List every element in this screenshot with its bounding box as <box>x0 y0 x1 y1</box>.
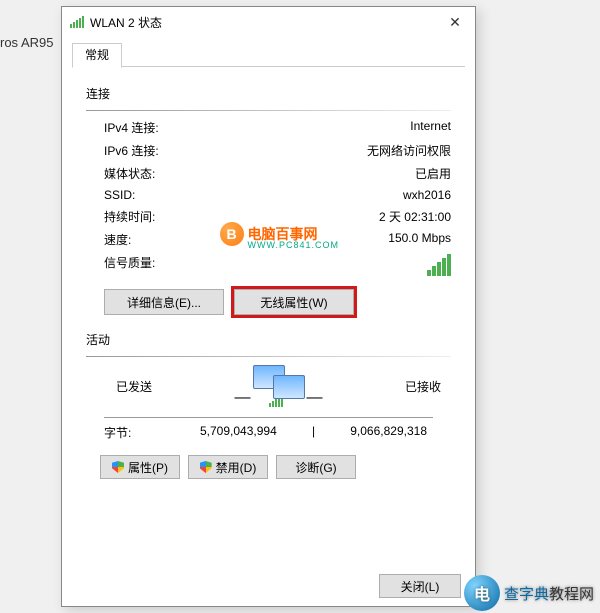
ipv6-value: 无网络访问权限 <box>224 142 451 159</box>
ssid-label: SSID: <box>104 188 224 202</box>
speed-label: 速度: <box>104 231 224 248</box>
signal-quality-icon <box>427 254 451 276</box>
status-dialog: WLAN 2 状态 ✕ 常规 连接 IPv4 连接:Internet IPv6 … <box>61 6 476 607</box>
disable-button[interactable]: 禁用(D) <box>188 455 268 479</box>
duration-label: 持续时间: <box>104 208 224 225</box>
tab-general[interactable]: 常规 <box>72 43 122 68</box>
duration-value: 2 天 02:31:00 <box>224 208 451 225</box>
media-value: 已启用 <box>224 165 451 182</box>
recv-label: 已接收 <box>405 378 441 395</box>
ipv4-label: IPv4 连接: <box>104 119 224 136</box>
details-button[interactable]: 详细信息(E)... <box>104 289 224 315</box>
activity-monitor-icon <box>253 365 305 407</box>
watermark-ball-icon: 电 <box>464 575 500 611</box>
properties-button[interactable]: 属性(P) <box>100 455 180 479</box>
signal-quality-label: 信号质量: <box>104 254 224 279</box>
shield-icon <box>112 461 124 473</box>
signal-icon <box>269 395 283 407</box>
ipv4-value: Internet <box>224 119 451 136</box>
bytes-sent-value: 5,709,043,994 <box>200 424 277 441</box>
signal-icon <box>70 16 84 28</box>
activity-group-label: 活动 <box>86 331 451 348</box>
ssid-value: wxh2016 <box>224 188 451 202</box>
sent-label: 已发送 <box>116 378 152 395</box>
speed-value: 150.0 Mbps <box>224 231 451 248</box>
wireless-properties-button[interactable]: 无线属性(W) <box>234 289 354 315</box>
media-label: 媒体状态: <box>104 165 224 182</box>
window-title: WLAN 2 状态 <box>90 14 443 31</box>
bytes-recv-value: 9,066,829,318 <box>350 424 427 441</box>
bottom-watermark: 电 查字典教程网 <box>464 575 594 611</box>
shield-icon <box>200 461 212 473</box>
titlebar[interactable]: WLAN 2 状态 ✕ <box>62 7 475 37</box>
close-icon[interactable]: ✕ <box>443 14 467 31</box>
bytes-label: 字节: <box>104 424 194 441</box>
connection-group-label: 连接 <box>86 85 451 102</box>
diagnose-button[interactable]: 诊断(G) <box>276 455 356 479</box>
ipv6-label: IPv6 连接: <box>104 142 224 159</box>
close-button[interactable]: 关闭(L) <box>379 574 461 598</box>
tab-strip: 常规 <box>72 41 465 67</box>
background-label: ros AR95 <box>0 35 53 50</box>
